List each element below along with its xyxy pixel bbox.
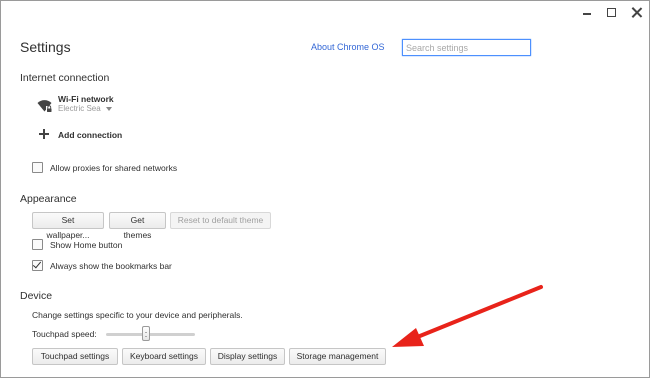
settings-window: Settings About Chrome OS Internet connec…	[0, 0, 650, 378]
chevron-down-icon	[105, 107, 112, 111]
plus-icon[interactable]	[39, 129, 49, 139]
wifi-network-label: Wi-Fi network	[58, 94, 114, 104]
touchpad-speed-slider[interactable]	[106, 333, 195, 336]
add-connection-button[interactable]: Add connection	[58, 130, 122, 140]
close-icon	[631, 7, 642, 18]
storage-management-button[interactable]: Storage management	[289, 348, 386, 365]
wifi-icon[interactable]	[37, 99, 52, 112]
wifi-network-selector[interactable]: Electric Sea	[58, 104, 112, 113]
display-settings-button[interactable]: Display settings	[210, 348, 285, 365]
minimize-icon	[583, 13, 591, 15]
maximize-icon	[607, 8, 616, 17]
show-home-label: Show Home button	[50, 239, 123, 250]
page-title: Settings	[20, 39, 71, 55]
device-heading: Device	[20, 290, 53, 302]
touchpad-speed-label: Touchpad speed:	[32, 329, 97, 339]
bookmarks-bar-checkbox[interactable]	[32, 260, 43, 271]
appearance-heading: Appearance	[20, 193, 77, 205]
minimize-button[interactable]	[574, 1, 599, 25]
device-description: Change settings specific to your device …	[32, 310, 243, 320]
reset-theme-button[interactable]: Reset to default theme	[170, 212, 271, 229]
keyboard-settings-button[interactable]: Keyboard settings	[122, 348, 206, 365]
allow-proxies-row[interactable]: Allow proxies for shared networks	[32, 162, 177, 173]
bookmarks-bar-row[interactable]: Always show the bookmarks bar	[32, 260, 172, 271]
bookmarks-bar-label: Always show the bookmarks bar	[50, 260, 172, 271]
maximize-button[interactable]	[599, 1, 624, 25]
search-input[interactable]	[402, 39, 531, 56]
show-home-row[interactable]: Show Home button	[32, 239, 122, 250]
internet-connection-heading: Internet connection	[20, 72, 110, 84]
window-controls	[574, 1, 649, 25]
allow-proxies-checkbox[interactable]	[32, 162, 43, 173]
close-button[interactable]	[624, 1, 649, 25]
about-chrome-os-link[interactable]: About Chrome OS	[311, 42, 385, 52]
set-wallpaper-button[interactable]: Set wallpaper...	[32, 212, 104, 240]
show-home-checkbox[interactable]	[32, 239, 43, 250]
wifi-network-name: Electric Sea	[58, 104, 101, 113]
touchpad-speed-slider-thumb[interactable]	[142, 326, 151, 341]
touchpad-settings-button[interactable]: Touchpad settings	[32, 348, 118, 365]
get-themes-button[interactable]: Get themes	[109, 212, 166, 240]
allow-proxies-label: Allow proxies for shared networks	[50, 162, 178, 173]
